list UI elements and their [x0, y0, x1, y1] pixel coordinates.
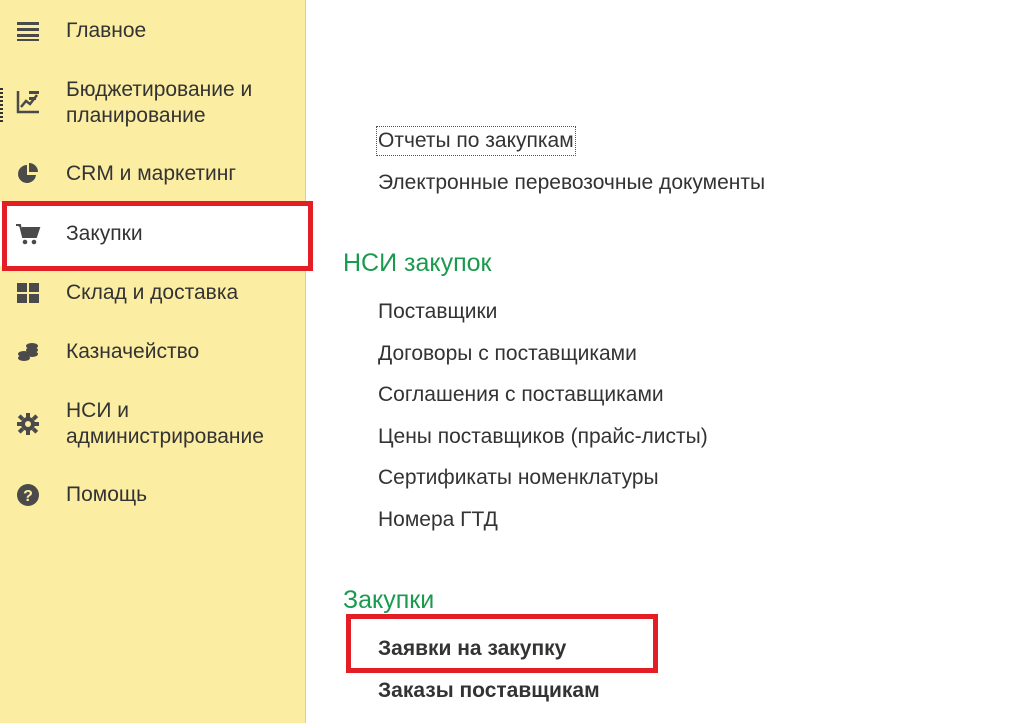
sidebar-item-help[interactable]: ? Помощь	[0, 482, 306, 508]
sidebar-item-purchases[interactable]: Закупки	[0, 202, 306, 266]
sidebar-item-label: Главное	[66, 19, 147, 42]
link-purchase-reports[interactable]: Отчеты по закупкам	[376, 126, 576, 156]
section-title-nsi-purchases: НСИ закупок	[343, 249, 492, 277]
pie-chart-icon	[15, 161, 41, 187]
sidebar-item-label: НСИ и администрирование	[66, 399, 264, 448]
link-supplier-orders[interactable]: Заказы поставщикам	[378, 678, 600, 704]
sidebar-item-label: Помощь	[66, 483, 148, 506]
svg-text:?: ?	[23, 488, 33, 505]
main-panel: Отчеты по закупкам Электронные перевозоч…	[306, 0, 1024, 723]
sidebar-item-crm[interactable]: CRM и маркетинг	[0, 161, 306, 187]
link-supplier-prices[interactable]: Цены поставщиков (прайс-листы)	[378, 424, 708, 450]
warehouse-grid-icon	[15, 280, 41, 306]
link-supplier-agreements[interactable]: Соглашения с поставщиками	[378, 382, 664, 408]
help-icon: ?	[15, 482, 41, 508]
sidebar-item-treasury[interactable]: Казначейство	[0, 339, 306, 365]
section-title-purchases: Закупки	[343, 586, 435, 614]
link-purchase-requests[interactable]: Заявки на закупку	[378, 636, 566, 662]
link-suppliers[interactable]: Поставщики	[378, 299, 497, 325]
sidebar-item-main[interactable]: Главное	[0, 18, 306, 44]
sidebar: Главное Бюджетирование и планирование CR…	[0, 0, 306, 723]
sidebar-item-nsi-admin[interactable]: НСИ и администрирование	[0, 398, 306, 450]
sidebar-item-label: Склад и доставка	[66, 281, 239, 304]
sidebar-item-label: Казначейство	[66, 340, 200, 363]
coins-icon	[15, 339, 41, 365]
shopping-cart-icon	[15, 221, 41, 247]
sidebar-item-label: CRM и маркетинг	[66, 162, 237, 185]
gear-icon	[15, 411, 41, 437]
link-supplier-contracts[interactable]: Договоры с поставщиками	[378, 341, 637, 367]
menu-icon	[15, 18, 41, 44]
link-item-certificates[interactable]: Сертификаты номенклатуры	[378, 465, 659, 491]
budget-chart-icon	[15, 89, 41, 115]
sidebar-item-budgeting[interactable]: Бюджетирование и планирование	[0, 77, 306, 129]
link-gtd-numbers[interactable]: Номера ГТД	[378, 507, 498, 533]
link-electronic-transport-documents[interactable]: Электронные перевозочные документы	[378, 170, 765, 196]
sidebar-item-label: Бюджетирование и планирование	[66, 78, 253, 127]
sidebar-item-warehouse[interactable]: Склад и доставка	[0, 280, 306, 306]
sidebar-item-label: Закупки	[66, 222, 143, 245]
